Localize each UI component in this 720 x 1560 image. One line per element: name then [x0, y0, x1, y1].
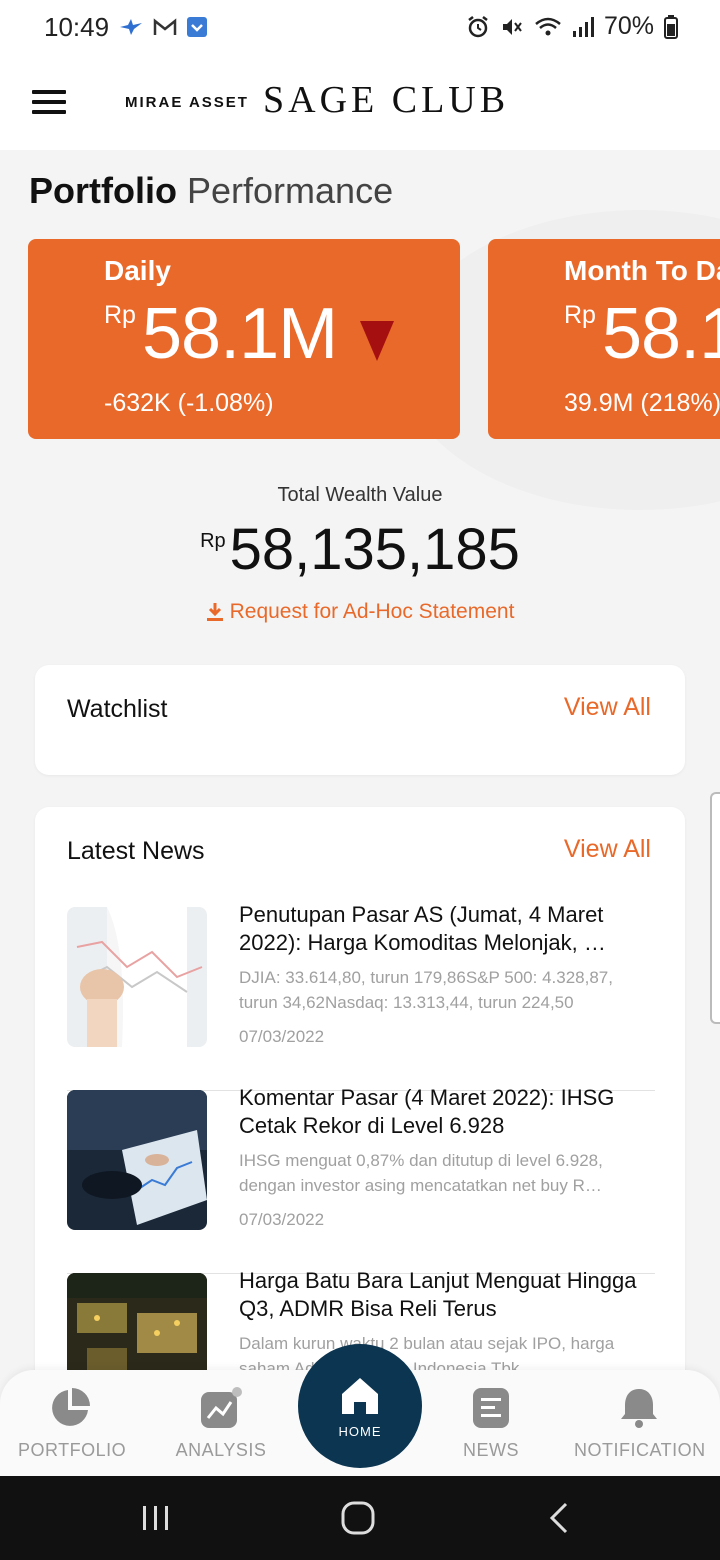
nav-notification[interactable]: NOTIFICATION	[574, 1386, 706, 1461]
alarm-icon	[468, 15, 488, 37]
watchlist-view-all-link[interactable]: View All	[564, 693, 651, 722]
news-item[interactable]: Komentar Pasar (4 Maret 2022): IHSG Ceta…	[67, 1085, 655, 1274]
download-icon	[206, 603, 223, 622]
nav-home-button[interactable]: HOME	[298, 1344, 422, 1468]
bell-icon	[621, 1389, 657, 1428]
latest-news-card: Latest News View All Penutupan Pasar AS …	[35, 807, 685, 1376]
adhoc-label: Request for Ad-Hoc Statement	[229, 600, 515, 623]
news-item-title: Penutupan Pasar AS (Jumat, 4 Maret 2022)…	[239, 902, 606, 955]
nav-notification-label: NOTIFICATION	[574, 1440, 706, 1460]
back-icon[interactable]	[544, 1498, 574, 1538]
bird-icon	[120, 19, 142, 35]
nav-portfolio-label: PORTFOLIO	[18, 1440, 127, 1460]
system-navigation-bar	[0, 1476, 720, 1560]
month-to-date-performance-card[interactable]: Month To Date Rp 58.1M 39.9M (218%)	[488, 239, 720, 439]
news-thumbnail	[67, 907, 207, 1047]
wealth-currency: Rp	[200, 530, 226, 552]
card-value: 58.1M	[142, 294, 338, 374]
news-item[interactable]: Penutupan Pasar AS (Jumat, 4 Maret 2022)…	[67, 902, 655, 1091]
daily-performance-card[interactable]: Daily Rp 58.1M -632K (-1.08%)	[28, 239, 460, 439]
card-currency: Rp	[564, 301, 596, 329]
battery-percent: 70%	[603, 12, 654, 40]
down-arrow-icon	[360, 321, 394, 361]
battery-icon	[664, 14, 678, 39]
total-wealth-value: 58,135,185	[229, 517, 520, 582]
main-content[interactable]: Portfolio Performance Daily Rp 58.1M -63…	[0, 150, 720, 1376]
news-view-all-link[interactable]: View All	[564, 835, 651, 864]
title-portfolio: Portfolio	[29, 170, 177, 211]
card-value: 58.1M	[602, 294, 720, 374]
nav-analysis-label: ANALYSIS	[175, 1440, 267, 1460]
status-bar: 10:49 70%	[0, 0, 720, 56]
brand-mirae-asset: MIRAE ASSET	[125, 94, 249, 111]
status-notification-icons	[118, 16, 208, 38]
news-title: Latest News	[67, 837, 205, 865]
news-thumbnail	[67, 1273, 207, 1376]
nav-analysis[interactable]: ANALYSIS	[174, 1386, 268, 1461]
hamburger-menu-icon[interactable]	[32, 90, 66, 114]
news-item-title: Komentar Pasar (4 Maret 2022): IHSG Ceta…	[239, 1085, 615, 1138]
total-wealth-row: Rp58,135,185	[0, 516, 720, 583]
request-adhoc-statement-link[interactable]: Request for Ad-Hoc Statement	[0, 600, 720, 624]
side-scroll-handle[interactable]	[710, 792, 720, 1024]
gmail-icon	[153, 18, 177, 35]
home-system-icon[interactable]	[338, 1498, 378, 1538]
recent-apps-icon[interactable]	[140, 1498, 172, 1538]
news-document-icon	[473, 1388, 509, 1428]
mute-icon	[502, 18, 522, 35]
watchlist-card: Watchlist View All	[35, 665, 685, 775]
home-icon	[342, 1378, 378, 1414]
card-label: Daily	[104, 255, 171, 286]
watchlist-title: Watchlist	[67, 695, 168, 723]
wifi-icon	[535, 17, 561, 35]
nav-news[interactable]: NEWS	[452, 1386, 530, 1461]
card-currency: Rp	[104, 301, 136, 329]
card-label: Month To Date	[564, 255, 720, 286]
download-box-icon	[187, 17, 207, 37]
portfolio-performance-title: Portfolio Performance	[29, 170, 393, 212]
status-time: 10:49	[44, 12, 110, 42]
news-thumbnail	[67, 1090, 207, 1230]
analysis-chart-icon	[201, 1387, 242, 1428]
title-performance: Performance	[187, 170, 394, 211]
pie-chart-icon	[52, 1388, 90, 1426]
news-item-date: 07/03/2022	[239, 1210, 325, 1229]
news-item-date: 07/03/2022	[239, 1027, 325, 1046]
news-item-description: DJIA: 33.614,80, turun 179,86S&P 500: 4.…	[239, 968, 613, 1012]
app-header: MIRAE ASSET SAGE CLUB	[0, 56, 720, 150]
card-change: -632K (-1.08%)	[104, 389, 274, 417]
news-item-description: IHSG menguat 0,87% dan ditutup di level …	[239, 1151, 603, 1195]
status-system-icons: 70%	[466, 12, 678, 41]
nav-portfolio[interactable]: PORTFOLIO	[18, 1386, 127, 1461]
nav-home-label: HOME	[338, 1424, 382, 1439]
nav-news-label: NEWS	[463, 1440, 519, 1460]
card-change: 39.9M (218%)	[564, 389, 720, 417]
news-item-title: Harga Batu Bara Lanjut Menguat Hingga Q3…	[239, 1268, 637, 1321]
signal-icon	[572, 16, 594, 37]
total-wealth-label: Total Wealth Value	[277, 484, 443, 506]
brand-sage-club: SAGE CLUB	[263, 79, 510, 121]
